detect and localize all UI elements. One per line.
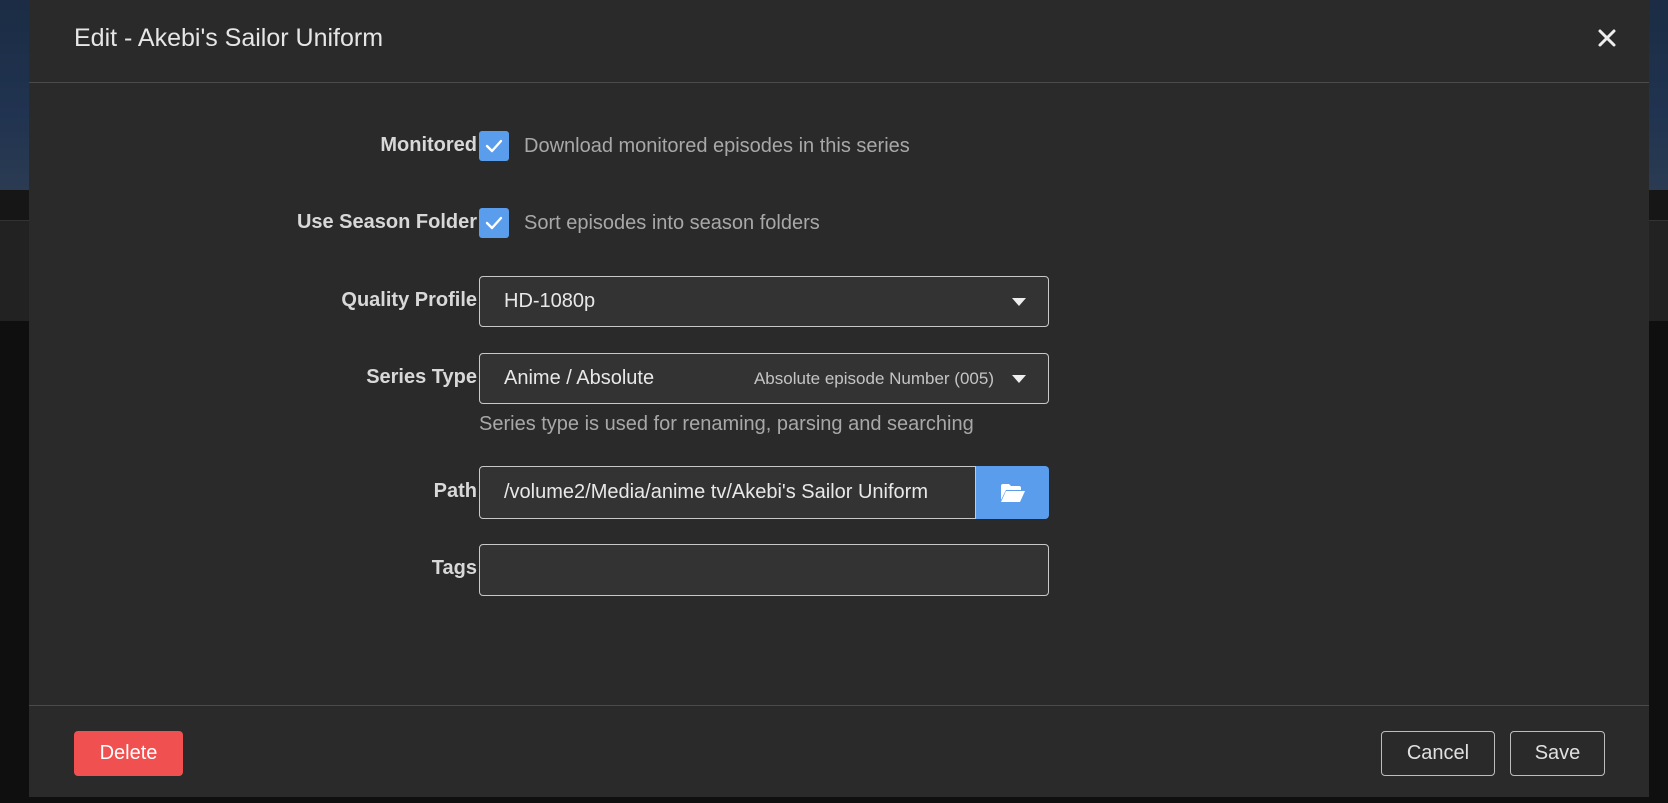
checkmark-icon [485,139,503,153]
delete-button[interactable]: Delete [74,731,183,776]
checkmark-icon [485,216,503,230]
tags-label: Tags [431,557,477,579]
path-value: /volume2/Media/anime tv/Akebi's Sailor U… [504,481,928,503]
monitored-label: Monitored [380,134,477,156]
modal-title: Edit - Akebi's Sailor Uniform [74,24,384,52]
cancel-button[interactable]: Cancel [1381,731,1495,776]
season-folder-checkbox[interactable] [479,208,509,238]
season-folder-label: Use Season Folder [296,211,477,233]
season-folder-help-text: Sort episodes into season folders [524,212,820,234]
close-button[interactable] [1589,20,1625,56]
series-type-select[interactable]: Anime / Absolute Absolute episode Number… [479,353,1049,404]
caret-down-icon [1012,298,1026,306]
close-icon [1598,29,1616,47]
quality-profile-select[interactable]: HD-1080p [479,276,1049,327]
modal-header: Edit - Akebi's Sailor Uniform [29,0,1649,83]
monitored-help-text: Download monitored episodes in this seri… [524,135,910,157]
quality-profile-row: Quality Profile HD-1080p [29,276,1649,327]
season-folder-row: Use Season Folder Sort episodes into sea… [29,207,1649,239]
series-type-help-text: Series type is used for renaming, parsin… [479,413,974,435]
folder-open-icon [1000,483,1025,502]
series-type-row: Series Type Anime / Absolute Absolute ep… [29,353,1649,443]
browse-folder-button[interactable] [976,466,1049,519]
quality-profile-label: Quality Profile [341,289,477,311]
quality-profile-value: HD-1080p [504,290,596,312]
path-row: Path /volume2/Media/anime tv/Akebi's Sai… [29,466,1649,519]
modal-footer: Delete Cancel Save [29,705,1649,797]
caret-down-icon [1012,375,1026,383]
edit-series-modal: Edit - Akebi's Sailor Uniform Monitored … [29,0,1649,797]
path-label: Path [433,480,477,502]
path-input[interactable]: /volume2/Media/anime tv/Akebi's Sailor U… [479,466,976,519]
tags-row: Tags [29,544,1649,596]
monitored-checkbox[interactable] [479,131,509,161]
tags-input[interactable] [479,544,1049,596]
save-button[interactable]: Save [1510,731,1605,776]
series-type-hint: Absolute episode Number (005) [753,369,994,388]
series-type-value: Anime / Absolute [504,367,655,389]
series-type-label: Series Type [366,366,477,388]
monitored-row: Monitored Download monitored episodes in… [29,130,1649,162]
